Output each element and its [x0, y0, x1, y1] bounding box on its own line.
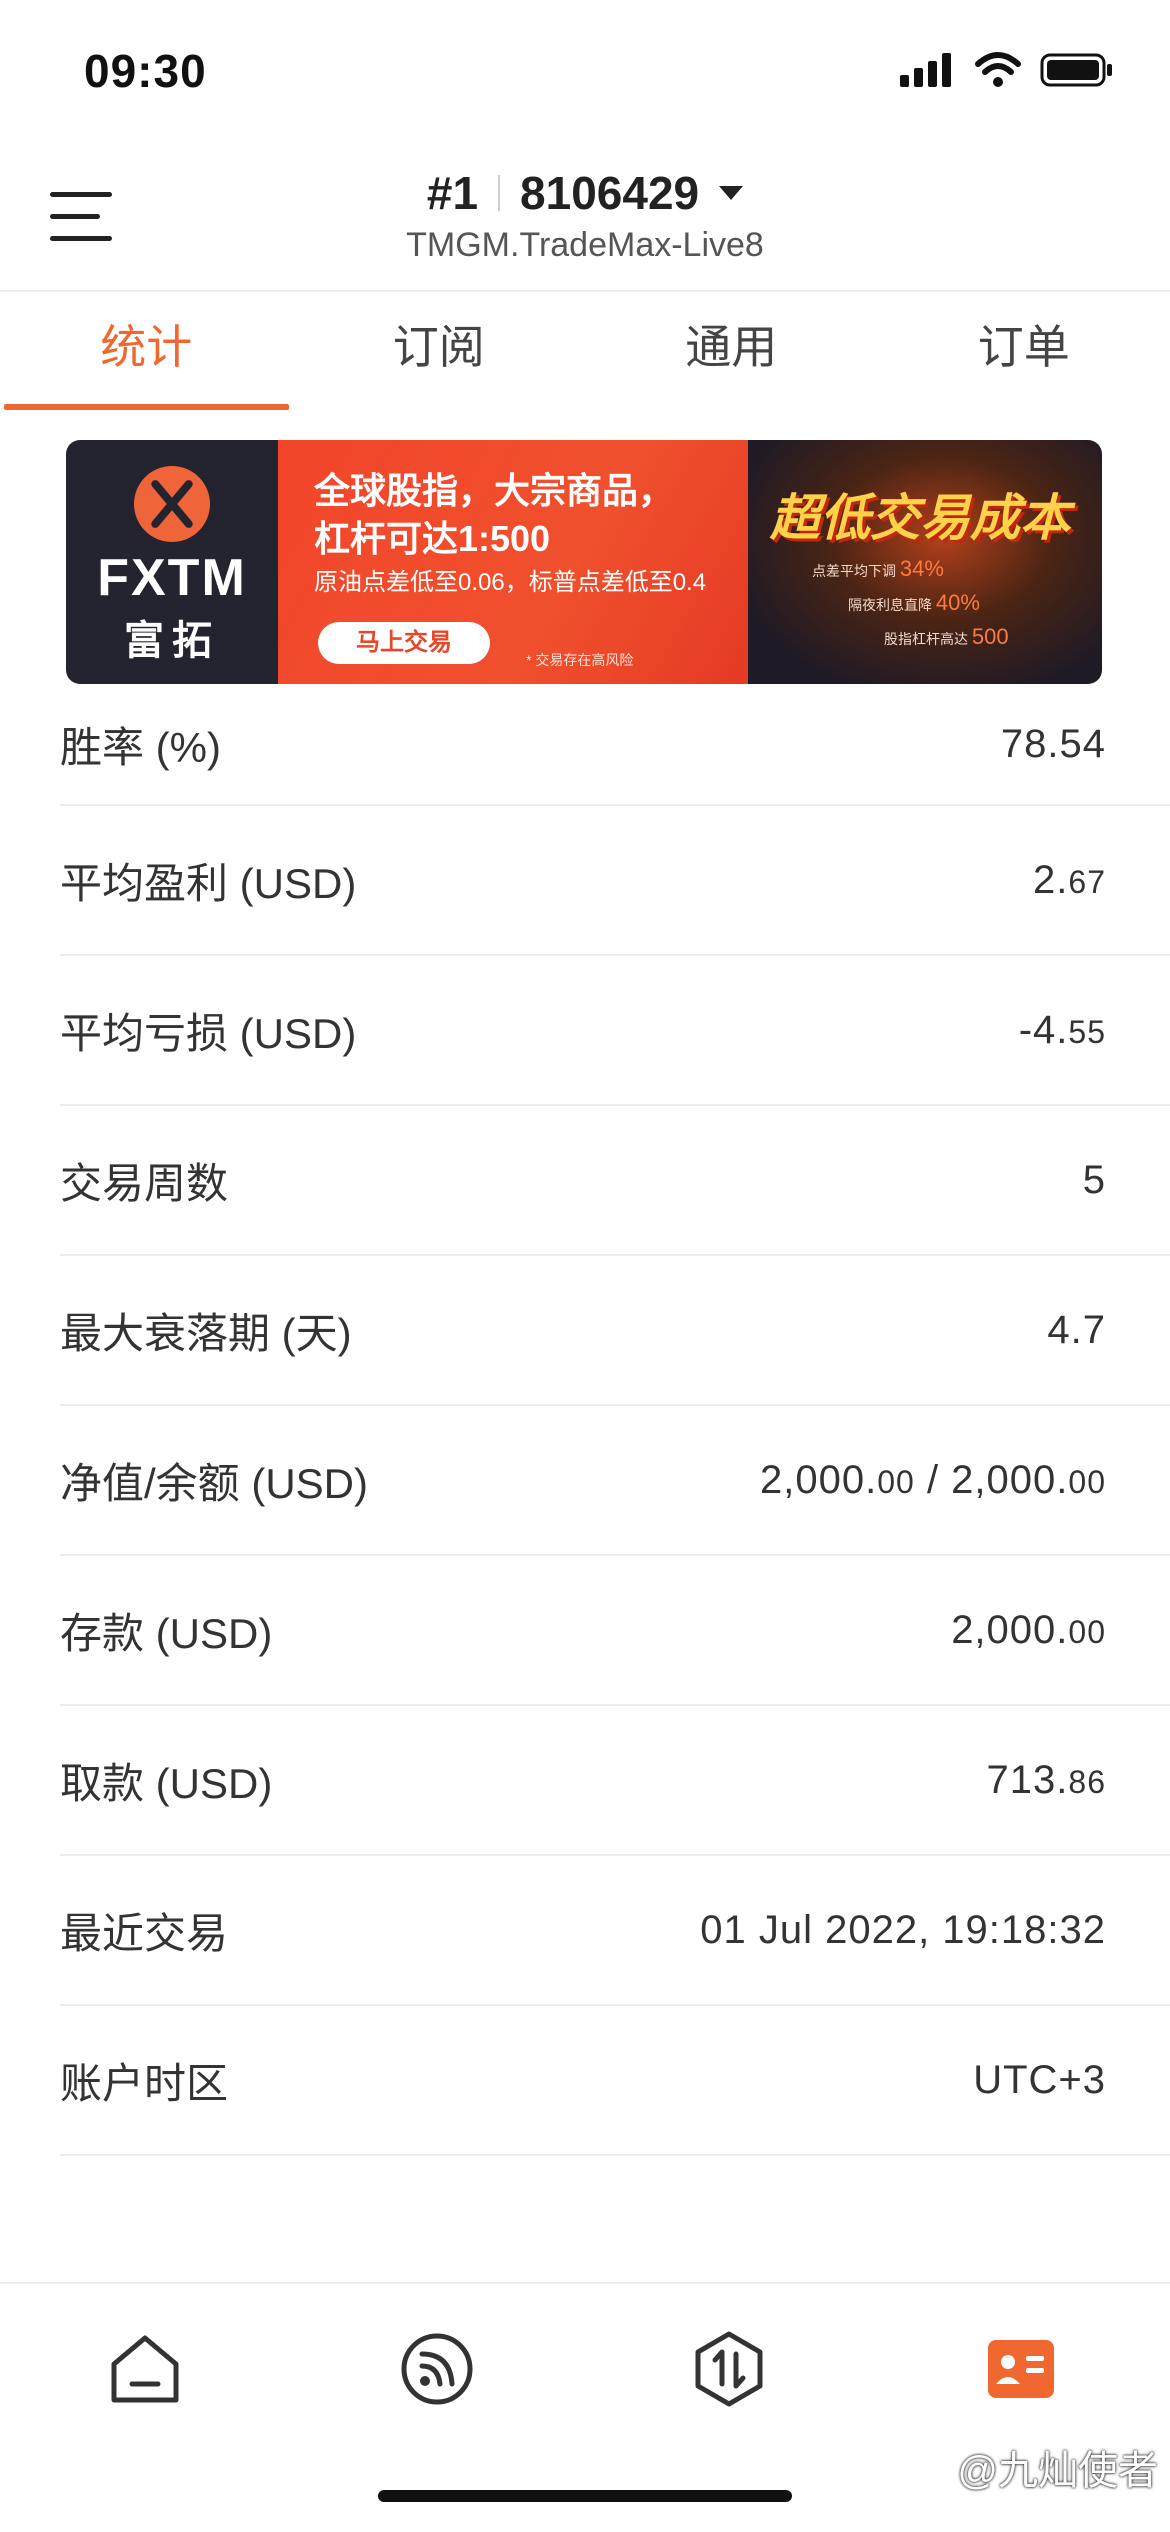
- account-header: #1 8106429 TMGM.TradeMax-Live8: [0, 150, 1170, 290]
- account-selector[interactable]: #1 8106429: [0, 166, 1170, 220]
- battery-icon: [1040, 53, 1114, 92]
- stat-label: 胜率 (%): [60, 723, 221, 771]
- stat-label: 存款 (USD): [60, 1609, 273, 1657]
- banner-brand: FXTM: [97, 549, 247, 607]
- stat-row-last-trade: 最近交易 01 Jul 2022, 19:18:32: [60, 1856, 1170, 2006]
- banner-trade-button[interactable]: 马上交易: [318, 622, 490, 664]
- stat-label: 最近交易: [60, 1909, 229, 1957]
- nav-signals[interactable]: [392, 2324, 482, 2414]
- stat-value: 01 Jul 2022, 19:18:32: [700, 1907, 1106, 1952]
- status-bar: 09:30: [0, 0, 1170, 150]
- tab-subscribe[interactable]: 订阅: [293, 292, 586, 410]
- stat-label: 账户时区: [60, 2059, 229, 2107]
- stat-label: 平均盈利 (USD): [60, 859, 357, 907]
- stat-row-withdrawal: 取款 (USD) 713.86: [60, 1706, 1170, 1856]
- stat-value: 2,000.00 / 2,000.00: [760, 1457, 1106, 1502]
- banner-promo-panel: 超低交易成本 点差平均下调 34% 隔夜利息直降 40% 股指杠杆高达 500: [748, 440, 1102, 684]
- nav-home[interactable]: [100, 2324, 190, 2414]
- home-indicator[interactable]: [378, 2490, 792, 2502]
- stat-row-trading-weeks: 交易周数 5: [60, 1106, 1170, 1256]
- stat-label: 交易周数: [60, 1159, 229, 1207]
- stat-row-average-loss: 平均亏损 (USD) -4.55: [60, 956, 1170, 1106]
- stat-row-account-timezone: 账户时区 UTC+3: [60, 2006, 1170, 2156]
- promo-title: 超低交易成本: [770, 490, 1070, 546]
- promo-line: 点差平均下调 34%: [812, 556, 944, 581]
- server-name: TMGM.TradeMax-Live8: [406, 226, 764, 264]
- stat-row-average-profit: 平均盈利 (USD) 2.67: [60, 806, 1170, 956]
- stat-label: 净值/余额 (USD): [60, 1459, 368, 1507]
- ad-banner[interactable]: FXTM 富拓 全球股指，大宗商品， 杠杆可达1:500 原油点差低至0.06，…: [66, 440, 1102, 684]
- account-divider: [498, 175, 501, 211]
- wifi-icon: [974, 52, 1022, 93]
- stat-value: 713.86: [986, 1757, 1106, 1802]
- banner-subline: 原油点差低至0.06，标普点差低至0.4: [314, 569, 707, 596]
- promo-line: 股指杠杆高达 500: [884, 624, 1009, 649]
- fxtm-logo-icon: [134, 466, 210, 542]
- statistics-list: 胜率 (%) 78.54 平均盈利 (USD) 2.67 平均亏损 (USD) …: [60, 684, 1170, 2156]
- tab-statistics[interactable]: 统计: [0, 292, 293, 410]
- nav-profile[interactable]: [976, 2324, 1066, 2414]
- banner-headline-2: 杠杆可达1:500: [314, 518, 551, 559]
- stat-value: 2.67: [1033, 857, 1106, 902]
- promo-line: 隔夜利息直降 40%: [848, 590, 980, 615]
- stat-row-deposit: 存款 (USD) 2,000.00: [60, 1556, 1170, 1706]
- tab-bar: 统计 订阅 通用 订单: [0, 290, 1170, 410]
- nav-trade[interactable]: [684, 2324, 774, 2414]
- cellular-signal-icon: [900, 53, 956, 92]
- watermark: @九灿使者: [957, 2449, 1158, 2493]
- stat-label: 取款 (USD): [60, 1759, 273, 1807]
- tab-general[interactable]: 通用: [585, 292, 878, 410]
- banner-brand-panel: FXTM 富拓: [66, 440, 278, 684]
- stat-row-equity-balance: 净值/余额 (USD) 2,000.00 / 2,000.00: [60, 1406, 1170, 1556]
- banner-headline-1: 全球股指，大宗商品，: [314, 470, 675, 511]
- signal-feed-icon: [401, 2333, 473, 2405]
- stat-label: 最大衰落期 (天): [60, 1309, 352, 1357]
- stat-label: 平均亏损 (USD): [60, 1009, 357, 1057]
- profile-card-icon: [988, 2340, 1054, 2398]
- status-time: 09:30: [84, 45, 207, 97]
- status-icons: [900, 52, 1114, 93]
- stat-value: 4.7: [1047, 1307, 1106, 1352]
- stat-row-win-rate: 胜率 (%) 78.54: [60, 684, 1170, 806]
- home-icon: [111, 2335, 179, 2403]
- banner-brand-cn: 富拓: [124, 619, 220, 663]
- stat-value: UTC+3: [973, 2057, 1106, 2102]
- banner-message-panel: 全球股指，大宗商品， 杠杆可达1:500 原油点差低至0.06，标普点差低至0.…: [278, 440, 748, 684]
- account-number: 8106429: [520, 167, 700, 219]
- banner-risk-note: * 交易存在高风险: [526, 652, 634, 668]
- trade-arrows-icon: [695, 2331, 763, 2407]
- account-index: #1: [426, 167, 479, 219]
- stat-value: 78.54: [1000, 721, 1106, 766]
- chevron-down-icon: [719, 186, 744, 200]
- stat-value: -4.55: [1018, 1007, 1106, 1052]
- tab-orders[interactable]: 订单: [878, 292, 1170, 410]
- stat-value: 2,000.00: [951, 1607, 1106, 1652]
- stat-value: 5: [1082, 1157, 1106, 1202]
- stat-row-max-drawdown-period: 最大衰落期 (天) 4.7: [60, 1256, 1170, 1406]
